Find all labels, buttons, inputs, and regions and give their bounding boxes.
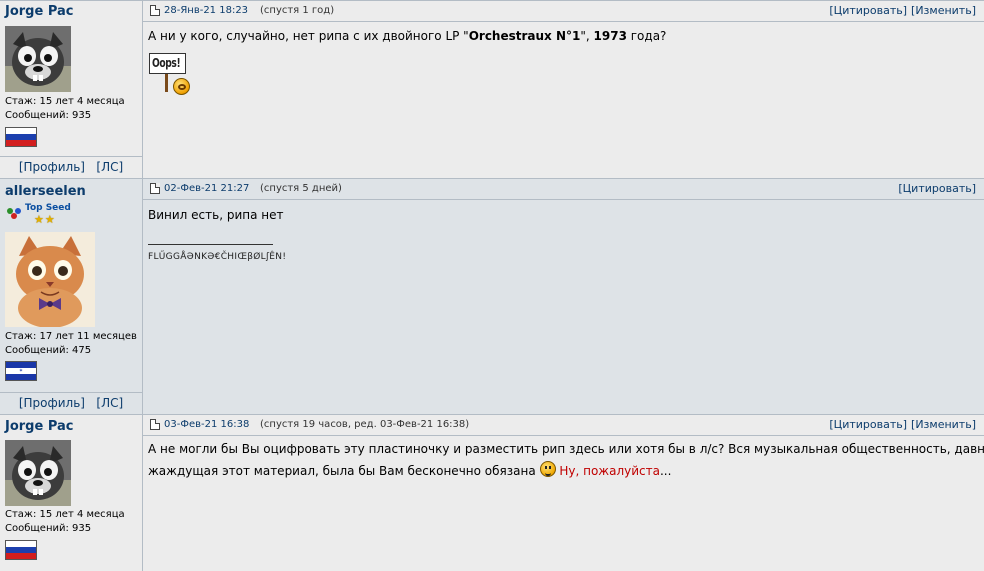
post-elapsed: (спустя 1 год) (260, 5, 335, 16)
post-author-panel: Jorge Pac Стаж: 15 лет 4 месяца Сообщени… (0, 1, 143, 178)
pm-link[interactable]: [ЛС] (96, 160, 123, 174)
oops-sign-emoticon-icon: Oops! (149, 53, 197, 97)
post-body: Винил есть, рипа нет (148, 208, 284, 222)
post-content: 02-Фев-21 21:27 (спустя 5 дней) [Цитиров… (143, 179, 984, 414)
author-name[interactable]: Jorge Pac (5, 419, 74, 434)
ellipsis: ... (659, 464, 672, 478)
profile-link[interactable]: [Профиль] (19, 396, 85, 410)
user-tenure: Стаж: 15 лет 4 месяца (5, 96, 125, 107)
user-message-count: Сообщений: 475 (5, 345, 92, 356)
smile-emoticon-icon (539, 461, 556, 477)
flag-russia-icon (5, 127, 37, 147)
post-elapsed: (спустя 5 дней) (260, 183, 342, 194)
profile-link[interactable]: [Профиль] (19, 160, 85, 174)
user-message-count: Сообщений: 935 (5, 110, 92, 121)
post-author-panel: allerseelen Top Seed ★★ Стаж: 17 лет 11 … (0, 179, 143, 414)
post-link-icon[interactable] (150, 419, 160, 430)
post-actions: [Цитировать] [Изменить] (825, 4, 976, 17)
post-text: ", (580, 29, 594, 43)
post-header: 03-Фев-21 16:38 (спустя 19 часов, ред. 0… (143, 415, 984, 436)
post-2: allerseelen Top Seed ★★ Стаж: 17 лет 11 … (0, 178, 984, 414)
post-body: А не могли бы Вы оцифровать эту пластино… (148, 438, 984, 482)
post-text: года? (626, 29, 667, 43)
author-name[interactable]: Jorge Pac (5, 4, 74, 19)
post-text-line-2: жаждущая этот материал, была бы Вам беск… (148, 460, 980, 482)
post-text: жаждущая этот материал, была бы Вам беск… (148, 464, 536, 478)
post-3: Jorge Pac Стаж: 15 лет 4 месяца Сообщени… (0, 414, 984, 571)
rank-icon (7, 208, 21, 219)
author-name[interactable]: allerseelen (5, 184, 86, 199)
post-date[interactable]: 02-Фев-21 21:27 (164, 183, 249, 194)
album-year: 1973 (593, 29, 627, 43)
signature: FLŰGGÅƏNKƏ€ČHIŒβØLʃÊN! (148, 252, 287, 262)
user-tenure: Стаж: 15 лет 4 месяца (5, 509, 125, 520)
post-date[interactable]: 28-Янв-21 18:23 (164, 5, 248, 16)
post-1: Jorge Pac Стаж: 15 лет 4 месяца Сообщени… (0, 0, 984, 178)
avatar (5, 232, 95, 327)
profile-links: [Профиль] [ЛС] (0, 156, 142, 178)
user-tenure: Стаж: 17 лет 11 месяцев (5, 331, 137, 342)
pm-link[interactable]: [ЛС] (96, 396, 123, 410)
oops-sign-text: Oops! (152, 56, 181, 70)
post-link-icon[interactable] (150, 5, 160, 16)
quote-button[interactable]: [Цитировать] (829, 4, 907, 17)
quote-button[interactable]: [Цитировать] (898, 182, 976, 195)
post-body: А ни у кого, случайно, нет рипа с их дво… (148, 25, 666, 47)
edit-button[interactable]: [Изменить] (911, 418, 976, 431)
post-header: 28-Янв-21 18:23 (спустя 1 год) [Цитирова… (143, 1, 984, 22)
avatar (5, 26, 71, 92)
plea-text: Ну, пожалуйста (559, 464, 660, 478)
post-date[interactable]: 03-Фев-21 16:38 (164, 419, 249, 430)
avatar (5, 440, 71, 506)
profile-links: [Профиль] [ЛС] (0, 392, 142, 414)
post-header: 02-Фев-21 21:27 (спустя 5 дней) [Цитиров… (143, 179, 984, 200)
flag-russia-icon (5, 540, 37, 560)
post-content: 28-Янв-21 18:23 (спустя 1 год) [Цитирова… (143, 1, 984, 178)
post-elapsed: (спустя 19 часов, ред. 03-Фев-21 16:38) (260, 419, 470, 430)
edit-button[interactable]: [Изменить] (911, 4, 976, 17)
flag-honduras-icon: ✶ (5, 361, 37, 381)
user-message-count: Сообщений: 935 (5, 523, 92, 534)
post-text-line-1: А не могли бы Вы оцифровать эту пластино… (148, 442, 984, 456)
post-actions: [Цитировать] (894, 182, 976, 195)
signature-divider (148, 244, 273, 245)
rank-title: Top Seed (25, 203, 71, 213)
post-link-icon[interactable] (150, 183, 160, 194)
rank-stars-icon: ★★ (34, 213, 56, 226)
post-author-panel: Jorge Pac Стаж: 15 лет 4 месяца Сообщени… (0, 415, 143, 571)
album-title: Orchestraux N°1 (468, 29, 581, 43)
quote-button[interactable]: [Цитировать] (829, 418, 907, 431)
post-text: А ни у кого, случайно, нет рипа с их дво… (148, 29, 469, 43)
post-actions: [Цитировать] [Изменить] (825, 418, 976, 431)
post-content: 03-Фев-21 16:38 (спустя 19 часов, ред. 0… (143, 415, 984, 571)
